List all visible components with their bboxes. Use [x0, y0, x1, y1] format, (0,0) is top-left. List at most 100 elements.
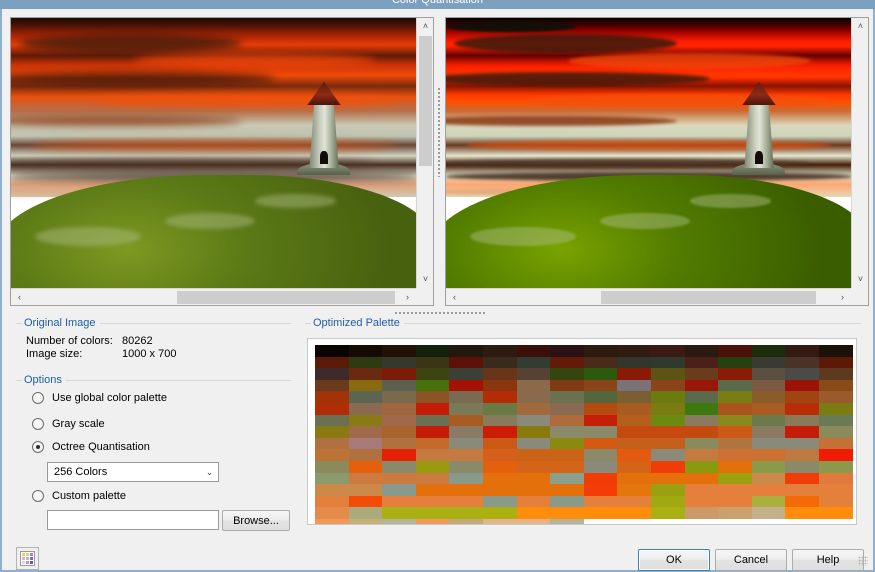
palette-swatch[interactable]	[617, 414, 651, 427]
palette-swatch[interactable]	[482, 449, 517, 461]
palette-swatch[interactable]	[315, 368, 349, 380]
palette-swatch-grid[interactable]	[315, 345, 853, 524]
palette-swatch[interactable]	[415, 437, 450, 450]
palette-swatch[interactable]	[382, 460, 416, 473]
palette-swatch[interactable]	[818, 391, 853, 403]
palette-swatch[interactable]	[516, 449, 551, 461]
palette-swatch[interactable]	[415, 368, 450, 380]
palette-swatch[interactable]	[348, 495, 383, 508]
palette-swatch[interactable]	[449, 426, 483, 438]
palette-swatch[interactable]	[751, 414, 786, 427]
palette-swatch[interactable]	[718, 356, 752, 369]
palette-swatch[interactable]	[617, 495, 651, 508]
palette-swatch[interactable]	[315, 437, 349, 450]
palette-swatch[interactable]	[415, 472, 450, 485]
palette-swatch[interactable]	[449, 460, 483, 473]
palette-swatch[interactable]	[650, 484, 685, 496]
palette-swatch[interactable]	[583, 402, 618, 415]
palette-swatch[interactable]	[583, 484, 618, 496]
palette-swatch[interactable]	[516, 472, 551, 485]
palette-swatch[interactable]	[550, 414, 584, 427]
scroll-thumb-vertical[interactable]	[854, 36, 867, 166]
palette-swatch[interactable]	[449, 437, 483, 450]
preview-horizontal-scrollbar-right[interactable]: ‹ ›	[446, 288, 851, 305]
radio-indicator[interactable]	[32, 441, 44, 453]
browse-button[interactable]: Browse...	[222, 510, 290, 531]
preview-vertical-scrollbar-left[interactable]: ˄ ˅	[416, 18, 433, 288]
palette-swatch[interactable]	[516, 379, 551, 392]
palette-swatch[interactable]	[449, 345, 483, 357]
palette-swatch[interactable]	[550, 379, 584, 392]
palette-swatch[interactable]	[718, 426, 752, 438]
palette-swatch[interactable]	[348, 379, 383, 392]
palette-swatch[interactable]	[650, 449, 685, 461]
palette-swatch[interactable]	[382, 495, 416, 508]
palette-swatch[interactable]	[718, 345, 752, 357]
palette-swatch[interactable]	[650, 437, 685, 450]
palette-swatch[interactable]	[449, 402, 483, 415]
palette-swatch[interactable]	[718, 414, 752, 427]
palette-swatch[interactable]	[583, 507, 618, 519]
palette-swatch[interactable]	[516, 426, 551, 438]
scroll-left-button[interactable]: ‹	[11, 289, 28, 305]
palette-swatch[interactable]	[818, 495, 853, 508]
palette-swatch[interactable]	[684, 507, 719, 519]
palette-swatch[interactable]	[482, 379, 517, 392]
palette-swatch[interactable]	[785, 379, 819, 392]
scroll-left-button[interactable]: ‹	[446, 289, 463, 305]
palette-swatch[interactable]	[482, 437, 517, 450]
palette-swatch[interactable]	[449, 379, 483, 392]
horizontal-splitter-handle[interactable]	[394, 311, 486, 315]
palette-swatch[interactable]	[449, 368, 483, 380]
radio-use-global-color-palette[interactable]: Use global color palette	[32, 392, 167, 404]
scroll-down-button[interactable]: ˅	[417, 271, 433, 288]
palette-swatch[interactable]	[751, 495, 786, 508]
palette-save-icon-button[interactable]	[16, 547, 39, 570]
palette-swatch[interactable]	[516, 391, 551, 403]
palette-swatch[interactable]	[785, 414, 819, 427]
palette-swatch[interactable]	[315, 460, 349, 473]
palette-swatch[interactable]	[315, 484, 349, 496]
palette-swatch[interactable]	[382, 449, 416, 461]
palette-swatch[interactable]	[818, 368, 853, 380]
palette-swatch[interactable]	[415, 449, 450, 461]
palette-swatch[interactable]	[751, 402, 786, 415]
palette-swatch[interactable]	[785, 495, 819, 508]
scroll-thumb-horizontal[interactable]	[177, 291, 395, 304]
palette-swatch[interactable]	[583, 449, 618, 461]
palette-swatch[interactable]	[583, 356, 618, 369]
palette-swatch[interactable]	[617, 391, 651, 403]
palette-swatch[interactable]	[315, 449, 349, 461]
palette-swatch[interactable]	[315, 345, 349, 357]
palette-swatch[interactable]	[415, 507, 450, 519]
vertical-splitter-handle[interactable]	[437, 87, 441, 177]
palette-swatch[interactable]	[449, 356, 483, 369]
optimized-palette-swatch-box[interactable]	[307, 338, 857, 525]
palette-swatch[interactable]	[751, 356, 786, 369]
palette-swatch[interactable]	[583, 495, 618, 508]
palette-swatch[interactable]	[718, 449, 752, 461]
palette-swatch[interactable]	[785, 368, 819, 380]
palette-swatch[interactable]	[516, 368, 551, 380]
palette-swatch[interactable]	[482, 507, 517, 519]
palette-swatch[interactable]	[751, 368, 786, 380]
palette-swatch[interactable]	[315, 356, 349, 369]
palette-swatch[interactable]	[482, 484, 517, 496]
optimized-image-canvas[interactable]	[446, 18, 852, 289]
palette-swatch[interactable]	[415, 460, 450, 473]
palette-swatch[interactable]	[315, 507, 349, 519]
palette-swatch[interactable]	[550, 368, 584, 380]
palette-swatch[interactable]	[415, 484, 450, 496]
palette-swatch[interactable]	[516, 484, 551, 496]
palette-swatch[interactable]	[650, 507, 685, 519]
palette-swatch[interactable]	[415, 495, 450, 508]
palette-swatch[interactable]	[382, 472, 416, 485]
palette-swatch[interactable]	[718, 472, 752, 485]
palette-swatch[interactable]	[583, 437, 618, 450]
palette-swatch[interactable]	[751, 379, 786, 392]
original-image-canvas[interactable]	[11, 18, 417, 289]
palette-swatch[interactable]	[818, 426, 853, 438]
palette-swatch[interactable]	[315, 426, 349, 438]
palette-swatch[interactable]	[482, 518, 517, 524]
palette-swatch[interactable]	[684, 379, 719, 392]
